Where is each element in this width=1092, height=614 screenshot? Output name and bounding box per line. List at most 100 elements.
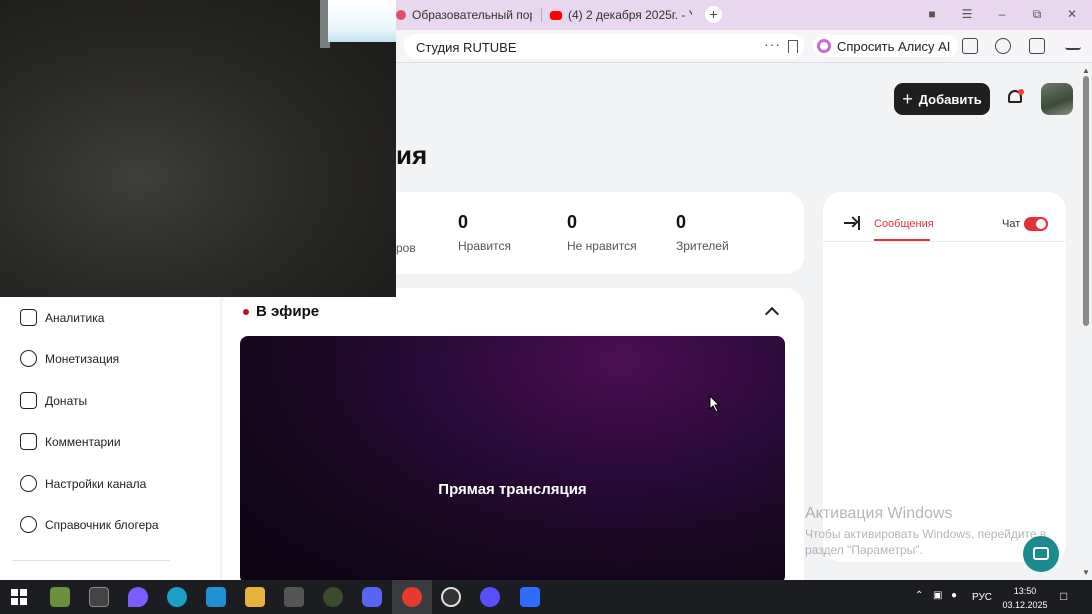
sidebar-item-analytics[interactable]: Аналитика (20, 309, 104, 326)
alisa-icon (817, 39, 831, 53)
minecraft-icon[interactable] (50, 587, 70, 607)
stats-card: ров 0 Нравится 0 Не нравится 0 Зрителей (330, 192, 804, 274)
menu-icon[interactable]: ☰ (959, 7, 975, 21)
tab-favicon-icon (396, 10, 406, 20)
live-section: В эфире Прямая трансляция (222, 288, 804, 584)
alisa-label: Спросить Алису AI (837, 38, 951, 54)
stat-likes: 0 Нравится (458, 212, 511, 253)
download-icon[interactable] (1065, 38, 1081, 50)
page-title: ия (396, 140, 428, 170)
bell-icon[interactable] (1006, 89, 1024, 107)
sidebar-item-label: Монетизация (45, 351, 120, 366)
sidebar-item-monetization[interactable]: Монетизация (20, 350, 119, 367)
obs-icon[interactable] (441, 587, 461, 607)
wallet-icon (20, 392, 37, 409)
app-icon[interactable] (89, 587, 109, 607)
tab-messages[interactable]: Сообщения (874, 218, 934, 230)
live-section-title: В эфире (256, 303, 320, 320)
sidebar-item-channel-settings[interactable]: Настройки канала (20, 475, 146, 492)
webcam-overlay (0, 0, 396, 297)
active-tab-indicator (874, 239, 930, 241)
stat-value: 0 (567, 212, 578, 232)
stat-value: 0 (676, 212, 687, 232)
address-menu-icon[interactable]: ··· (764, 36, 781, 52)
stat-value: 0 (458, 212, 469, 232)
wot-icon[interactable] (323, 587, 343, 607)
webcam-light-area (328, 0, 396, 42)
sidebar-item-donations[interactable]: Донаты (20, 392, 87, 409)
address-bar[interactable]: Студия RUTUBE ··· (404, 34, 804, 59)
sidebar-item-label: Аналитика (45, 310, 105, 325)
tray-chevron-icon[interactable]: ⌃ (915, 590, 923, 601)
extensions-icon[interactable] (962, 38, 978, 54)
address-text: Студия RUTUBE (416, 40, 517, 55)
network-icon[interactable]: ▣ (933, 590, 942, 601)
game-icon[interactable] (284, 587, 304, 607)
video-player[interactable]: Прямая трансляция (240, 336, 785, 584)
paint-icon[interactable] (128, 587, 148, 607)
sidebar-item-label: Донаты (45, 393, 88, 408)
windows-start-icon[interactable] (11, 589, 27, 605)
sidebar-item-label: Справочник блогера (45, 517, 159, 532)
plus-icon: + (902, 88, 913, 109)
add-button-label: Добавить (918, 91, 982, 107)
mouse-cursor-icon (709, 395, 721, 413)
discord-icon[interactable] (362, 587, 382, 607)
sidebar: Аналитика Монетизация Донаты Комментарии… (0, 296, 220, 580)
ask-alisa-button[interactable]: Спросить Алису AI (813, 35, 959, 57)
collapse-panel-icon[interactable] (844, 216, 860, 230)
add-button[interactable]: + Добавить (894, 83, 990, 115)
minimize-button[interactable]: – (994, 7, 1010, 21)
player-title: Прямая трансляция (438, 481, 587, 498)
scrollbar[interactable]: ▲ ▼ (1080, 64, 1092, 580)
windows-activation-watermark: Активация Windows Чтобы активировать Win… (805, 505, 1046, 558)
chevron-up-icon[interactable] (764, 306, 780, 322)
browser-tab-education[interactable]: Образовательный порта (396, 4, 532, 26)
windows-taskbar: ⌃ ▣ ● РУС 13:50 03.12.2025 □ (0, 580, 1092, 614)
close-button[interactable]: ✕ (1064, 7, 1080, 21)
avatar[interactable] (1041, 83, 1073, 115)
file-explorer-icon[interactable] (245, 587, 265, 607)
yandex-browser-icon[interactable] (402, 587, 422, 607)
stat-dislikes: 0 Не нравится (567, 212, 637, 253)
scroll-down-icon[interactable]: ▼ (1082, 568, 1090, 577)
activation-line2: раздел "Параметры". (805, 543, 923, 557)
tab-separator (541, 8, 542, 22)
profile-icon[interactable]: ■ (924, 7, 940, 21)
browser-tab-youtube[interactable]: (4) 2 декабря 2025г. - You (550, 4, 692, 26)
messenger-icon[interactable] (480, 587, 500, 607)
scroll-up-icon[interactable]: ▲ (1082, 66, 1090, 75)
tab-title: Образовательный порта (412, 8, 532, 22)
live-indicator-icon (243, 309, 249, 315)
collections-icon[interactable] (1029, 38, 1045, 54)
notifications-icon[interactable]: □ (1060, 589, 1067, 603)
language-indicator[interactable]: РУС (972, 592, 992, 603)
stat-label: Зрителей (676, 239, 729, 253)
sidebar-divider (12, 560, 170, 561)
edge-icon[interactable] (167, 587, 187, 607)
activation-title: Активация Windows (805, 505, 953, 522)
sidebar-item-label: Настройки канала (45, 476, 147, 491)
sidebar-item-comments[interactable]: Комментарии (20, 433, 121, 450)
clock-time: 13:50 (1013, 586, 1037, 596)
roblox-icon[interactable] (520, 587, 540, 607)
sidebar-item-blogger-guide[interactable]: Справочник блогера (20, 516, 159, 533)
bookmark-icon[interactable] (788, 40, 798, 53)
media-icon[interactable] (995, 38, 1011, 54)
info-icon (20, 516, 37, 533)
chat-toggle-label: Чат (1002, 218, 1021, 230)
stat-label-partial: ров (396, 241, 416, 255)
activation-line1: Чтобы активировать Windows, перейдите в (805, 527, 1047, 541)
new-tab-button[interactable]: + (705, 6, 722, 23)
scrollbar-thumb[interactable] (1083, 76, 1089, 326)
chat-toggle[interactable] (1024, 217, 1048, 231)
stat-label: Нравится (458, 239, 511, 253)
chat-header: Сообщения Чат (823, 192, 1066, 242)
store-icon[interactable] (206, 587, 226, 607)
support-chat-button[interactable] (1023, 536, 1059, 572)
mic-icon[interactable]: ● (951, 590, 957, 601)
restore-button[interactable]: ⧉ (1029, 7, 1045, 22)
comment-icon (20, 433, 37, 450)
stat-viewers: 0 Зрителей (676, 212, 729, 253)
clock[interactable]: 13:50 03.12.2025 (1001, 584, 1049, 612)
